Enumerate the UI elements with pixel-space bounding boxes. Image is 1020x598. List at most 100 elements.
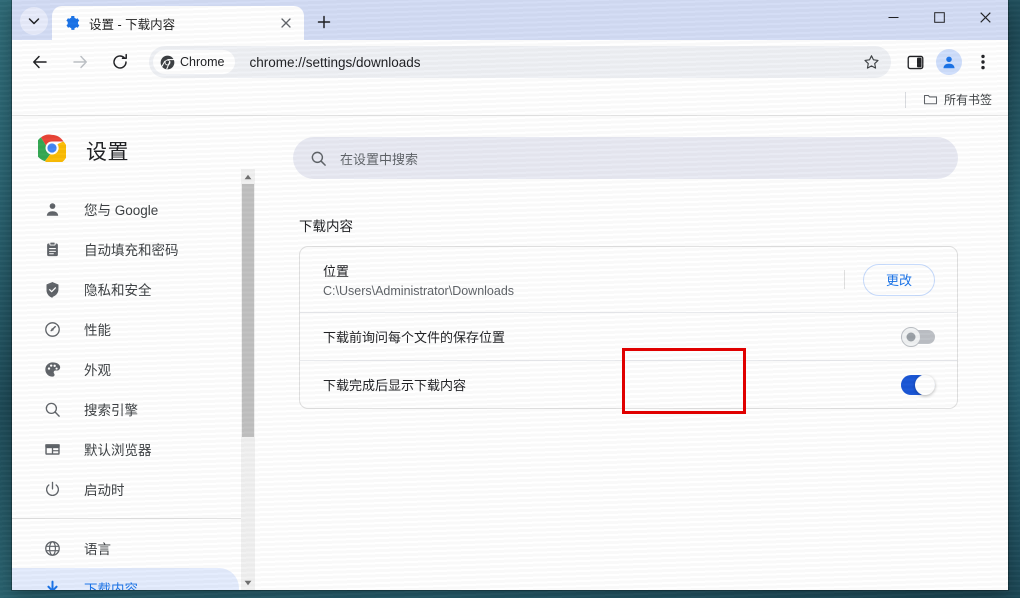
chevron-down-icon [28, 18, 40, 25]
sidebar-item-appearance[interactable]: 外观 [12, 349, 239, 389]
reload-button[interactable] [105, 47, 135, 77]
maximize-button[interactable] [916, 0, 962, 34]
desktop-background: 设置 - 下载内容 Chrome chrome://settings/downl… [0, 0, 1020, 598]
all-bookmarks-label: 所有书签 [943, 93, 992, 107]
scrollbar-track[interactable] [241, 184, 255, 575]
sidebar-divider [12, 518, 255, 519]
location-text: 位置 C:\Users\Administrator\Downloads [323, 261, 844, 298]
sidebar-item-label: 隐私和安全 [84, 283, 152, 298]
sidebar-item-privacy-security[interactable]: 隐私和安全 [12, 269, 239, 309]
bookmark-star-button[interactable] [858, 49, 884, 75]
three-dot-menu-icon [981, 54, 985, 70]
toggle-knob [901, 326, 921, 347]
sidebar-item-downloads[interactable]: 下载内容 [12, 568, 239, 590]
close-window-button[interactable] [962, 0, 1008, 34]
reload-icon [113, 53, 127, 69]
settings-nav-list: 您与 Google 自动填充和密码 隐私和安全 性能 外观 搜索引擎 默认浏览器… [12, 189, 255, 590]
show-downloads-label: 下载完成后显示下载内容 [323, 378, 467, 393]
shield-icon [42, 279, 62, 299]
new-tab-button[interactable] [310, 8, 338, 36]
browser-menu-button[interactable] [968, 47, 998, 77]
sidebar-item-label: 语言 [84, 542, 111, 557]
scroll-up-arrow-icon [244, 174, 252, 179]
sidebar-item-label: 默认浏览器 [84, 443, 152, 458]
show-downloads-when-complete-toggle[interactable] [901, 374, 935, 395]
sidebar-item-languages[interactable]: 语言 [12, 528, 239, 568]
settings-content: 在设置中搜索 下载内容 位置 C:\Users\Administrator\Do… [255, 116, 1008, 590]
sidebar-item-default-browser[interactable]: 默认浏览器 [12, 429, 239, 469]
settings-page: 设置 您与 Google 自动填充和密码 隐私和安全 性能 外观 搜索引擎 默认… [12, 116, 1008, 590]
tab-close-button[interactable] [276, 13, 296, 33]
chrome-browser-window: 设置 - 下载内容 Chrome chrome://settings/downl… [12, 0, 1008, 590]
sidebar-item-label: 搜索引擎 [84, 403, 138, 418]
palette-icon [42, 359, 62, 379]
scrollbar-thumb[interactable] [242, 184, 254, 437]
ask-where-to-save-row: 下载前询问每个文件的保存位置 [300, 312, 957, 360]
minimize-button[interactable] [870, 0, 916, 34]
settings-brand: 设置 [12, 134, 255, 189]
sidebar-item-label: 自动填充和密码 [84, 243, 179, 258]
sidebar-item-on-startup[interactable]: 启动时 [12, 469, 239, 509]
tab-title: 设置 - 下载内容 [89, 17, 176, 32]
profile-avatar[interactable] [936, 49, 962, 75]
person-icon [42, 199, 62, 219]
scroll-down-arrow-icon [244, 580, 252, 585]
sidebar-item-performance[interactable]: 性能 [12, 309, 239, 349]
forward-arrow-icon [73, 55, 87, 69]
sidebar-item-autofill-passwords[interactable]: 自动填充和密码 [12, 229, 239, 269]
sidebar-item-label: 下载内容 [84, 582, 138, 590]
location-path: C:\Users\Administrator\Downloads [323, 284, 515, 298]
close-icon [979, 11, 991, 23]
star-icon [863, 54, 879, 69]
section-title: 下载内容 [299, 219, 353, 234]
search-placeholder: 在设置中搜索 [340, 151, 419, 167]
search-icon [42, 399, 62, 419]
speedometer-icon [42, 319, 62, 339]
minimize-icon [888, 16, 898, 18]
forward-button[interactable] [65, 47, 95, 77]
sidebar-item-label: 您与 Google [84, 203, 159, 218]
settings-title: 设置 [86, 140, 129, 164]
scroll-down-button[interactable] [241, 575, 255, 590]
scroll-up-button[interactable] [241, 169, 255, 184]
browser-toolbar: Chrome chrome://settings/downloads [12, 40, 1008, 84]
ask-where-to-save-text: 下载前询问每个文件的保存位置 [323, 327, 901, 346]
url-text: chrome://settings/downloads [249, 54, 421, 70]
change-location-button[interactable]: 更改 [862, 263, 935, 296]
sidebar-item-search-engine[interactable]: 搜索引擎 [12, 389, 239, 429]
sidebar-scrollbar[interactable] [241, 169, 255, 590]
account-avatar-icon [943, 56, 955, 69]
sidebar-item-you-and-google[interactable]: 您与 Google [12, 189, 239, 229]
browser-tab-active[interactable]: 设置 - 下载内容 [52, 6, 304, 40]
all-bookmarks-button[interactable]: 所有书签 [917, 88, 998, 111]
chrome-chip-label: Chrome [180, 55, 225, 69]
globe-icon [42, 538, 62, 558]
tab-search-button[interactable] [20, 7, 48, 35]
sidebar-item-label: 性能 [84, 323, 111, 338]
back-arrow-icon [33, 55, 47, 69]
folder-icon [923, 94, 938, 105]
plus-icon [317, 15, 331, 29]
side-panel-button[interactable] [900, 47, 930, 77]
address-bar[interactable]: Chrome chrome://settings/downloads [149, 46, 891, 78]
maximize-icon [933, 11, 945, 23]
settings-search-input[interactable]: 在设置中搜索 [293, 137, 958, 179]
browser-window-icon [42, 439, 62, 459]
ask-where-to-save-label: 下载前询问每个文件的保存位置 [323, 330, 506, 345]
location-label: 位置 [323, 264, 350, 279]
back-button[interactable] [25, 47, 55, 77]
power-icon [42, 479, 62, 499]
clipboard-icon [42, 239, 62, 259]
chrome-origin-chip[interactable]: Chrome [153, 50, 236, 74]
search-icon [311, 151, 326, 166]
side-panel-icon [907, 55, 923, 69]
downloads-settings-card: 位置 C:\Users\Administrator\Downloads 更改 下… [299, 246, 958, 409]
ask-where-to-save-toggle[interactable] [901, 326, 935, 347]
sidebar-item-label: 外观 [84, 363, 111, 378]
download-icon [42, 578, 62, 590]
row-divider [843, 270, 845, 289]
toggle-knob [915, 374, 935, 395]
close-icon [281, 18, 291, 28]
sidebar-item-label: 启动时 [84, 483, 125, 498]
window-controls [870, 0, 1008, 40]
